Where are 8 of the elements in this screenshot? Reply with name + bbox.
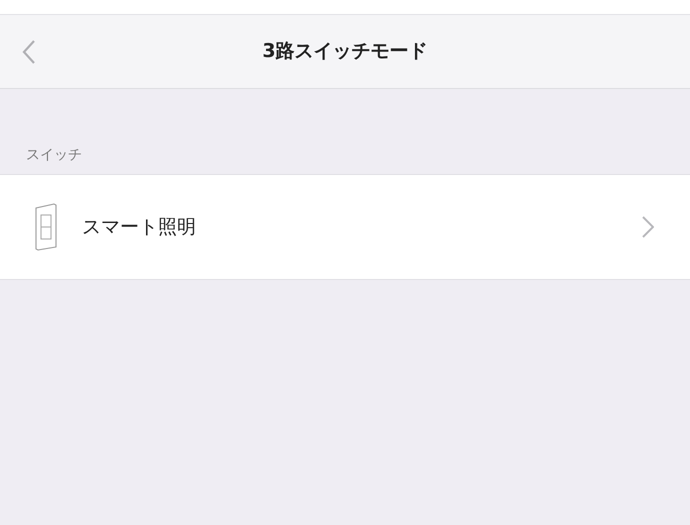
wall-switch-icon xyxy=(34,203,58,251)
back-button[interactable] xyxy=(22,39,36,65)
item-label: スマート照明 xyxy=(82,214,197,240)
chevron-right-icon xyxy=(642,216,654,238)
section-header: スイッチ xyxy=(26,147,82,163)
screen-title: 3路スイッチモード xyxy=(262,39,428,64)
back-icon xyxy=(22,39,36,65)
list-item[interactable]: スマート照明 xyxy=(0,174,690,280)
